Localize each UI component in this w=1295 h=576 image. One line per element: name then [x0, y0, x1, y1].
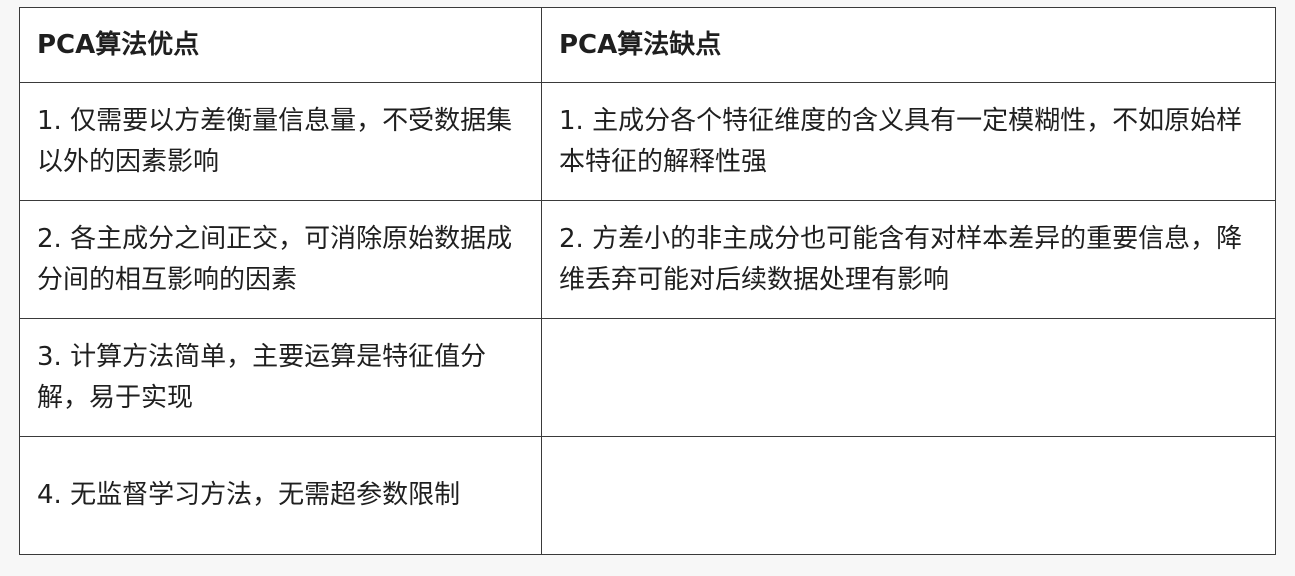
table-row: 3. 计算方法简单，主要运算是特征值分解，易于实现: [19, 318, 1276, 437]
header-advantages: PCA算法优点: [19, 7, 542, 83]
advantage-cell: 3. 计算方法简单，主要运算是特征值分解，易于实现: [19, 318, 542, 437]
advantage-cell: 2. 各主成分之间正交，可消除原始数据成分间的相互影响的因素: [19, 200, 542, 319]
table-row: 4. 无监督学习方法，无需超参数限制: [19, 436, 1276, 555]
advantage-cell: 4. 无监督学习方法，无需超参数限制: [19, 436, 542, 555]
pca-comparison-table: PCA算法优点 PCA算法缺点 1. 仅需要以方差衡量信息量，不受数据集以外的因…: [19, 7, 1276, 555]
table-row: 2. 各主成分之间正交，可消除原始数据成分间的相互影响的因素 2. 方差小的非主…: [19, 200, 1276, 319]
disadvantage-cell: [541, 318, 1276, 437]
disadvantage-cell: 2. 方差小的非主成分也可能含有对样本差异的重要信息，降维丢弃可能对后续数据处理…: [541, 200, 1276, 319]
disadvantage-cell: 1. 主成分各个特征维度的含义具有一定模糊性，不如原始样本特征的解释性强: [541, 82, 1276, 201]
table-row: 1. 仅需要以方差衡量信息量，不受数据集以外的因素影响 1. 主成分各个特征维度…: [19, 82, 1276, 201]
disadvantage-cell: [541, 436, 1276, 555]
table-header-row: PCA算法优点 PCA算法缺点: [19, 7, 1276, 83]
advantage-cell: 1. 仅需要以方差衡量信息量，不受数据集以外的因素影响: [19, 82, 542, 201]
header-disadvantages: PCA算法缺点: [541, 7, 1276, 83]
